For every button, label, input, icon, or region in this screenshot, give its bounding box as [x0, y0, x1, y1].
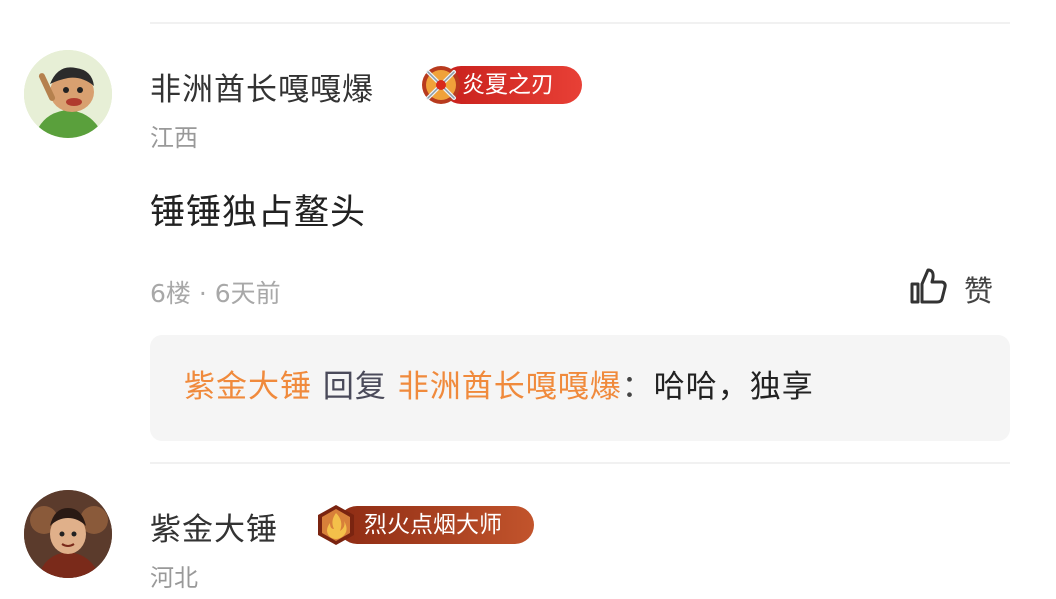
comment-location: 河北: [150, 564, 198, 592]
avatar[interactable]: [24, 490, 112, 578]
top-divider: [150, 22, 1010, 24]
reply-target[interactable]: 非洲酋长嘎嘎爆: [398, 369, 622, 405]
reply-verb: 回复: [322, 369, 387, 405]
comment-username[interactable]: 紫金大锤: [150, 504, 278, 549]
flame-emblem-icon: [318, 505, 354, 545]
comment-content: 锤锤独占鳌头: [150, 193, 367, 233]
avatar-image: [24, 490, 112, 578]
avatar-image: [24, 50, 112, 138]
comment-location: 江西: [150, 124, 198, 152]
badge-label: 炎夏之刃: [462, 72, 554, 98]
badge-label: 烈火点烟大师: [364, 512, 502, 538]
avatar[interactable]: [24, 50, 112, 138]
user-badge[interactable]: 炎夏之刃: [418, 66, 582, 104]
reply-separator: ：: [621, 369, 654, 405]
thumbs-up-icon: [910, 268, 947, 304]
reply-text: 哈哈，独享: [653, 369, 814, 405]
crossed-swords-emblem-icon: [422, 66, 460, 104]
user-badge[interactable]: 烈火点烟大师: [312, 505, 534, 545]
comment-meta: 6楼 · 6天前: [150, 279, 281, 308]
reply-author[interactable]: 紫金大锤: [184, 369, 312, 405]
like-label: 赞: [964, 274, 994, 308]
comment-divider: [150, 462, 1010, 464]
reply-preview-box[interactable]: 紫金大锤 回复 非洲酋长嘎嘎爆：哈哈，独享: [150, 335, 1010, 441]
reply-line: 紫金大锤 回复 非洲酋长嘎嘎爆：哈哈，独享: [184, 361, 814, 406]
comment-username[interactable]: 非洲酋长嘎嘎爆: [150, 64, 374, 109]
